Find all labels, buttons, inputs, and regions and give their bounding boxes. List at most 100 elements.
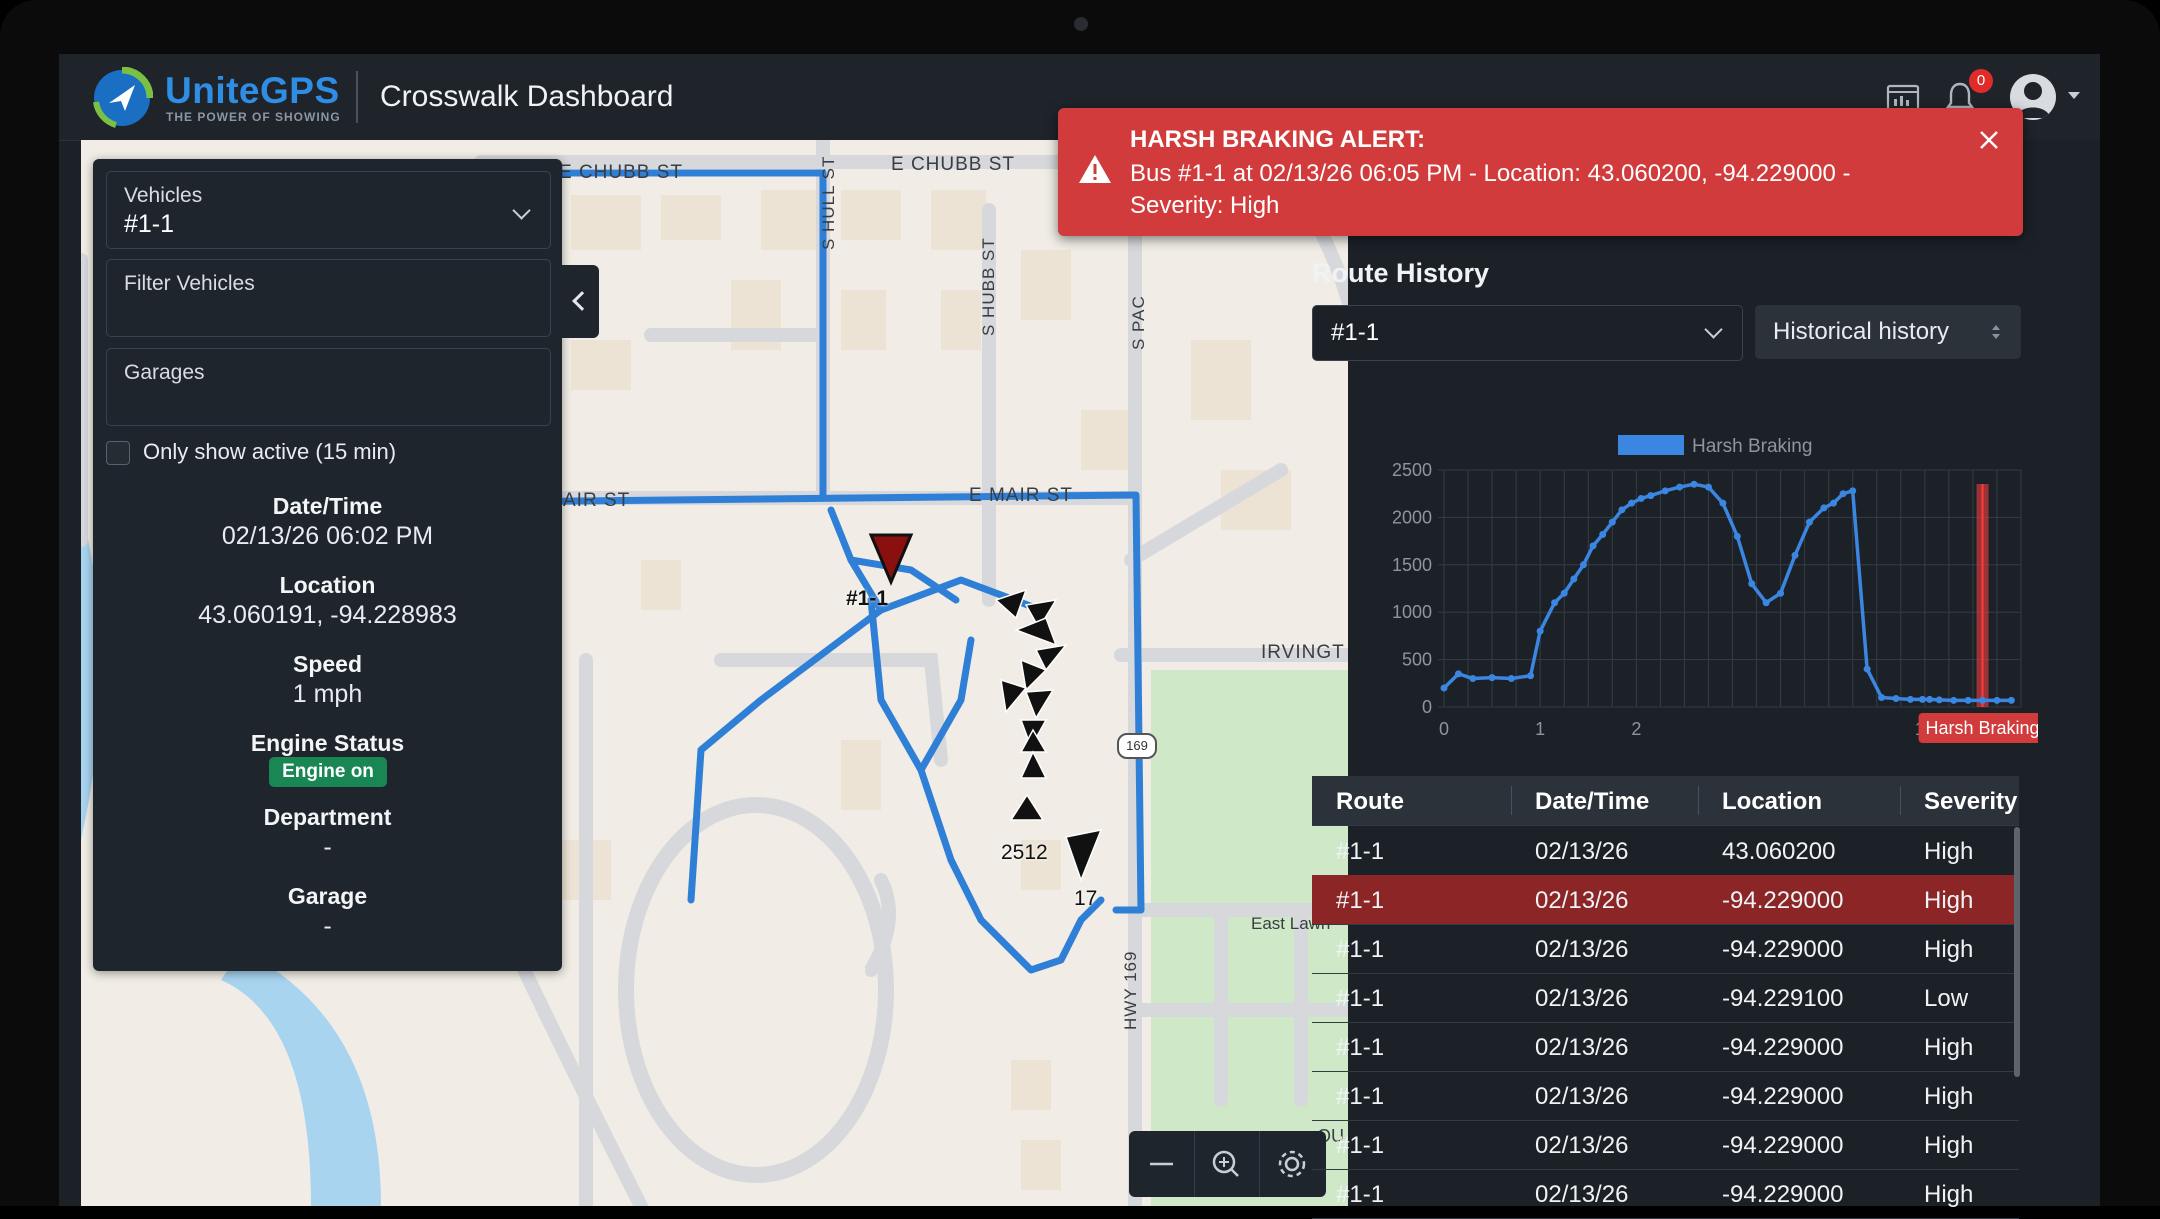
active-only-checkbox[interactable] <box>106 441 130 465</box>
engine-status-badge: Engine on <box>269 757 387 787</box>
vehicle-label[interactable]: 17 <box>1074 887 1097 911</box>
vehicle-label[interactable]: 2512 <box>1001 841 1048 865</box>
column-header[interactable]: Route <box>1336 788 1404 816</box>
table-cell: Low <box>1924 985 1969 1012</box>
table-cell: High <box>1924 838 1974 865</box>
data-point <box>1733 532 1741 540</box>
close-icon[interactable] <box>1975 126 2003 154</box>
sort-updown-icon <box>1992 325 2000 339</box>
data-point <box>1926 695 1934 703</box>
street-label: S PAC <box>1129 295 1148 350</box>
data-point <box>1690 480 1698 488</box>
collapse-panel-button[interactable] <box>562 265 599 338</box>
chevron-down-icon <box>512 201 531 220</box>
data-point <box>1979 696 1987 704</box>
table-cell: 02/13/26 <box>1535 1034 1629 1061</box>
y-tick-label: 1000 <box>1392 602 1432 622</box>
table-cell: 02/13/26 <box>1535 936 1629 963</box>
street-label: AIR ST <box>563 490 631 511</box>
table-cell: High <box>1924 1034 1974 1061</box>
data-point <box>1704 483 1712 491</box>
datetime-label: Date/Time <box>272 493 383 519</box>
table-cell: 02/13/26 <box>1535 887 1629 914</box>
vehicles-select[interactable]: Vehicles #1-1 <box>106 171 551 249</box>
table-row[interactable]: #1-1 02/13/26 -94.229000 High <box>1312 924 2019 974</box>
column-separator <box>1511 786 1512 815</box>
table-row[interactable]: #1-1 02/13/26 -94.229000 High <box>1312 1120 2019 1170</box>
table-row[interactable]: #1-1 02/13/26 -94.229100 Low <box>1312 973 2019 1023</box>
table-cell: -94.229000 <box>1722 1181 1844 1208</box>
data-point <box>1748 580 1756 588</box>
table-cell: #1-1 <box>1336 936 1385 963</box>
table-cell: High <box>1924 887 1974 914</box>
zoom-out-button[interactable] <box>1129 1131 1195 1197</box>
history-type-select[interactable]: Historical history <box>1755 305 2021 359</box>
data-point <box>1935 696 1943 704</box>
table-cell: -94.229000 <box>1722 1034 1844 1061</box>
harsh-braking-chart: Harsh Braking0500100015002000250001215Ha… <box>1392 435 2038 743</box>
data-point <box>1469 675 1477 683</box>
data-point <box>1637 494 1645 502</box>
table-cell: High <box>1924 1181 1974 1208</box>
data-point <box>1599 530 1607 538</box>
warning-icon <box>1079 155 1111 183</box>
table-row[interactable]: #1-1 02/13/26 43.060200 High <box>1312 826 2019 876</box>
route-history-title: Route History <box>1312 258 1490 288</box>
column-header[interactable]: Severity <box>1924 788 2017 816</box>
table-cell: #1-1 <box>1336 1181 1385 1208</box>
street-label: HWY 169 <box>1121 950 1140 1030</box>
data-point <box>1762 599 1770 607</box>
table-cell: -94.229000 <box>1722 936 1844 963</box>
table-cell: High <box>1924 1083 1974 1110</box>
table-row[interactable]: #1-1 02/13/26 -94.229000 High <box>1312 1169 2019 1219</box>
datetime-value: 02/13/26 06:02 PM <box>221 522 434 550</box>
table-cell: -94.229000 <box>1722 887 1844 914</box>
minus-icon <box>1150 1162 1173 1166</box>
harsh-braking-alert: HARSH BRAKING ALERT: Bus #1-1 at 02/13/2… <box>1058 108 2023 236</box>
vehicle-label[interactable]: #1-1 <box>846 587 888 611</box>
page-title: Crosswalk Dashboard <box>380 80 674 113</box>
y-tick-label: 1500 <box>1392 555 1432 575</box>
table-row[interactable]: #1-1 02/13/26 -94.229000 High <box>1312 1022 2019 1072</box>
zoom-in-icon <box>1212 1150 1239 1177</box>
table-row[interactable]: #1-1 02/13/26 -94.229000 High <box>1312 1071 2019 1121</box>
data-point <box>1918 695 1926 703</box>
y-tick-label: 2000 <box>1392 507 1432 527</box>
engine-status-label: Engine Status <box>250 730 405 756</box>
garages-label: Garages <box>124 361 205 384</box>
zoom-in-button[interactable] <box>1194 1131 1260 1197</box>
legend-label: Harsh Braking <box>1692 436 1812 457</box>
table-cell: 02/13/26 <box>1535 1132 1629 1159</box>
department-label: Department <box>263 804 392 830</box>
data-point <box>1993 696 2001 704</box>
column-header[interactable]: Date/Time <box>1535 788 1649 816</box>
highway-shield: 169 <box>1117 733 1157 759</box>
data-point <box>1829 499 1837 507</box>
y-tick-label: 500 <box>1402 650 1432 670</box>
data-point <box>1579 561 1587 569</box>
notification-badge: 0 <box>1969 69 1993 93</box>
data-point <box>1719 499 1727 507</box>
data-point <box>1608 518 1616 526</box>
y-tick-label: 2500 <box>1392 460 1432 480</box>
chevron-left-icon <box>572 291 592 311</box>
street-label: E CHUBB ST <box>891 154 1016 175</box>
table-cell: 02/13/26 <box>1535 838 1629 865</box>
table-cell: #1-1 <box>1336 1034 1385 1061</box>
garages-input[interactable]: Garages <box>106 348 551 426</box>
table-scrollbar[interactable] <box>2014 827 2020 1077</box>
data-point <box>1527 672 1535 680</box>
column-header[interactable]: Location <box>1722 788 1822 816</box>
street-label: S HUBB ST <box>979 237 998 336</box>
route-select-value: #1-1 <box>1331 319 1380 346</box>
data-point <box>1964 696 1972 704</box>
table-cell: 02/13/26 <box>1535 1083 1629 1110</box>
table-cell: 02/13/26 <box>1535 985 1629 1012</box>
chevron-down-icon <box>1704 320 1723 339</box>
filter-vehicles-input[interactable]: Filter Vehicles <box>106 259 551 337</box>
table-cell: #1-1 <box>1336 887 1385 914</box>
caret-down-icon[interactable] <box>2068 92 2080 99</box>
route-select[interactable]: #1-1 <box>1312 305 1743 361</box>
x-tick-label: 0 <box>1439 719 1449 739</box>
table-row[interactable]: #1-1 02/13/26 -94.229000 High <box>1312 875 2019 925</box>
